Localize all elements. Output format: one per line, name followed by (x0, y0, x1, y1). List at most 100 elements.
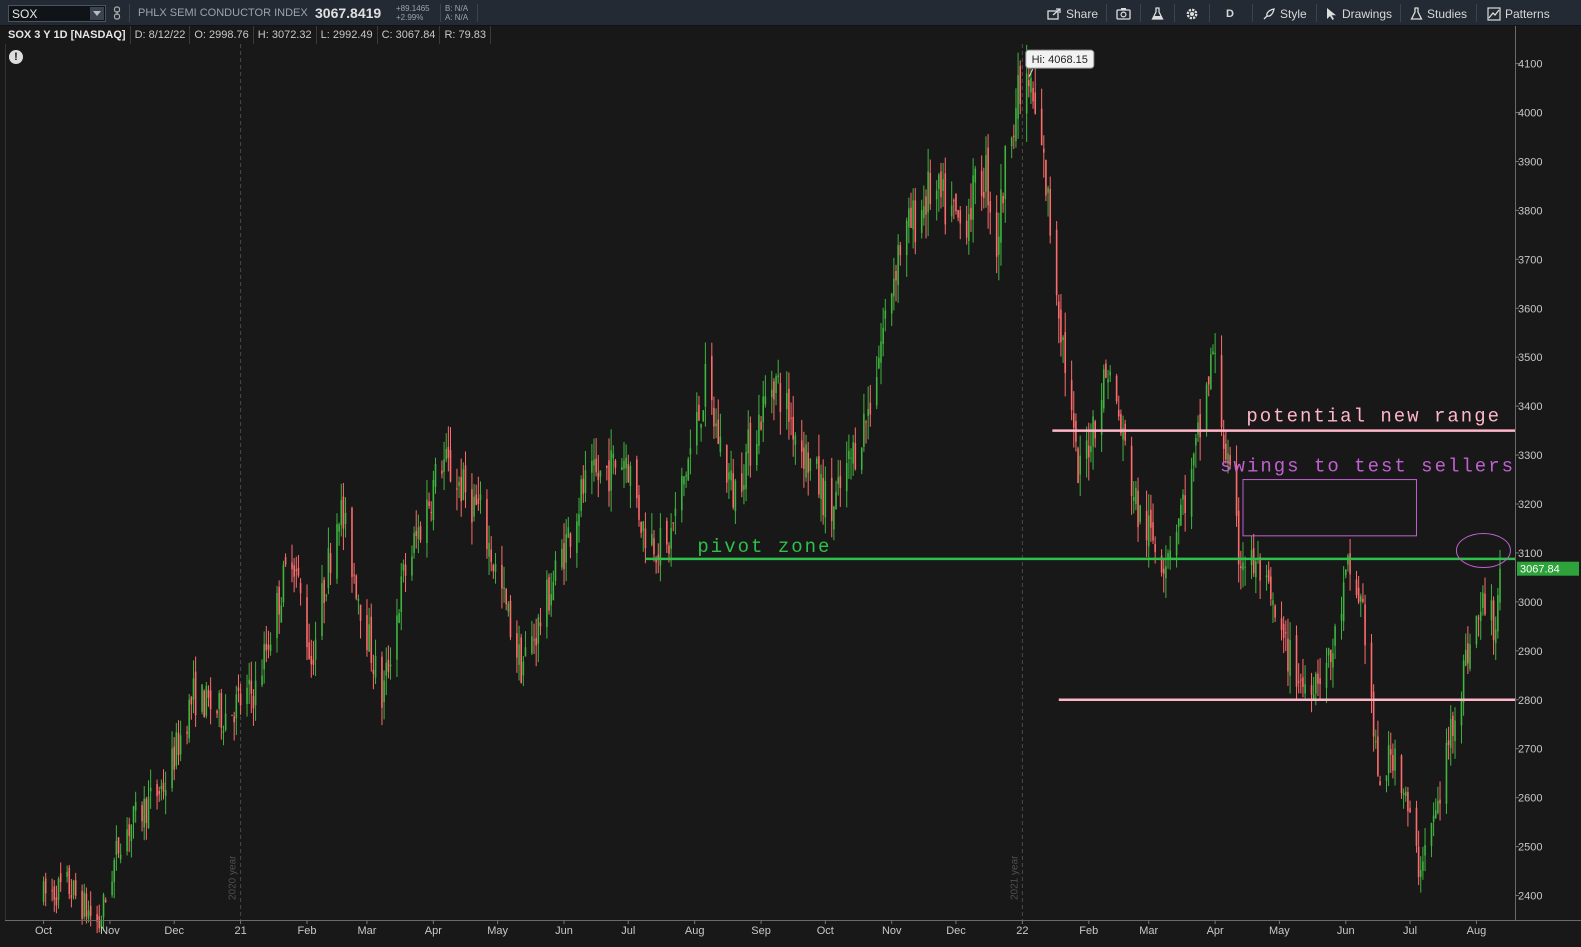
candle-up (659, 527, 662, 566)
candle-up (554, 560, 557, 581)
candle-down (237, 687, 240, 692)
candle-down (1162, 568, 1165, 574)
time-tick-label: 21 (234, 925, 246, 937)
candle-down (1160, 555, 1163, 573)
studies-label: Studies (1427, 6, 1468, 21)
candle-down (980, 170, 983, 197)
snapshot-button[interactable] (1116, 4, 1131, 23)
time-tick-label: Feb (298, 925, 317, 937)
candle-down (657, 554, 660, 560)
toolbar-divider (1174, 4, 1175, 22)
candle-up (518, 644, 520, 665)
price-tick-label: 3900 (1518, 156, 1542, 168)
candle-down (830, 477, 833, 522)
candle-up (696, 412, 698, 446)
candle-up (179, 735, 182, 755)
candle-down (1389, 749, 1392, 755)
candle-up (1332, 653, 1334, 668)
candle-up (905, 220, 908, 256)
price-axis-panel (1515, 26, 1581, 947)
candle-down (1240, 566, 1242, 569)
flask-button[interactable] (1151, 4, 1164, 23)
candle-up (130, 824, 133, 842)
candle-up (651, 533, 653, 546)
candle-up (261, 675, 263, 685)
candle-up (1404, 791, 1407, 797)
candle-down (85, 893, 88, 917)
candle-down (732, 473, 735, 508)
candle-up (580, 479, 582, 511)
potential-range-label: potential new range (1246, 406, 1501, 428)
candle-down (156, 784, 158, 797)
candle-up (775, 376, 777, 394)
candle-down (216, 710, 218, 714)
price-chart[interactable]: 2020 year 2021 year potential new range sw… (0, 0, 1581, 947)
candle-up (755, 443, 758, 466)
time-tick-label: Apr (425, 925, 442, 937)
candle-up (845, 463, 848, 492)
symbol-entry[interactable] (8, 5, 106, 22)
candle-down (158, 790, 161, 795)
candle-down (387, 659, 390, 672)
time-tick-label: Mar (1139, 925, 1158, 937)
candle-down (983, 191, 985, 198)
candle-down (953, 200, 955, 202)
patterns-button[interactable]: Patterns (1487, 4, 1550, 23)
candle-down (788, 388, 790, 422)
share-button[interactable]: Share (1047, 4, 1098, 23)
candle-down (55, 897, 58, 906)
symbol-input[interactable] (12, 7, 90, 20)
style-button[interactable]: Style (1262, 4, 1307, 23)
candle-up (126, 829, 128, 852)
candle-down (1285, 632, 1287, 634)
candle-down (987, 147, 989, 206)
candle-down (1072, 413, 1075, 428)
candle-down (1207, 376, 1210, 385)
drawings-button[interactable]: Drawings (1326, 4, 1392, 23)
candle-down (366, 615, 368, 651)
candle-down (207, 690, 210, 698)
bar-high: H: 3072.32 (254, 26, 317, 44)
candle-down (186, 731, 188, 734)
candle-up (254, 680, 257, 706)
alert-icon[interactable]: ! (9, 50, 23, 64)
candle-up (567, 527, 570, 538)
candle-down (299, 582, 302, 594)
expand-crosshair-icon[interactable] (1520, 28, 1536, 42)
studies-button[interactable]: Studies (1410, 4, 1467, 23)
candle-down (267, 644, 270, 650)
candle-up (1289, 639, 1291, 676)
candle-down (293, 565, 295, 577)
price-tick-label: 4100 (1518, 59, 1542, 71)
candle-up (1359, 596, 1362, 602)
ask-value: A: N/A (445, 13, 469, 22)
candle-down (740, 473, 743, 492)
candle-down (914, 200, 917, 243)
price-tick-label: 4000 (1518, 108, 1542, 120)
candle-up (1460, 699, 1463, 726)
last-price-badge (1517, 561, 1579, 576)
candle-up (132, 806, 135, 823)
candle-down (44, 878, 47, 894)
candle-up (111, 881, 113, 896)
candle-up (248, 679, 250, 685)
aggregation-button[interactable]: D (1226, 4, 1234, 23)
symbol-dropdown-icon[interactable] (90, 7, 104, 20)
candle-down (1492, 600, 1495, 641)
net-change: +89.1465 +2.99% (396, 4, 430, 22)
candle-down (310, 655, 313, 665)
settings-button[interactable] (1185, 4, 1199, 23)
candle-down (291, 562, 293, 570)
candle-down (1034, 92, 1037, 114)
link-icon[interactable] (113, 6, 121, 20)
candle-up (1047, 188, 1049, 193)
price-tick-label: 2400 (1518, 891, 1542, 903)
candle-up (201, 684, 203, 712)
time-tick-label: Nov (100, 925, 120, 937)
candle-down (381, 656, 383, 708)
candle-down (203, 690, 205, 718)
candle-up (327, 548, 330, 589)
pivot-zone-label: pivot zone (697, 536, 831, 558)
price-tick-label: 3300 (1518, 450, 1542, 462)
time-tick-label: Oct (817, 925, 834, 937)
